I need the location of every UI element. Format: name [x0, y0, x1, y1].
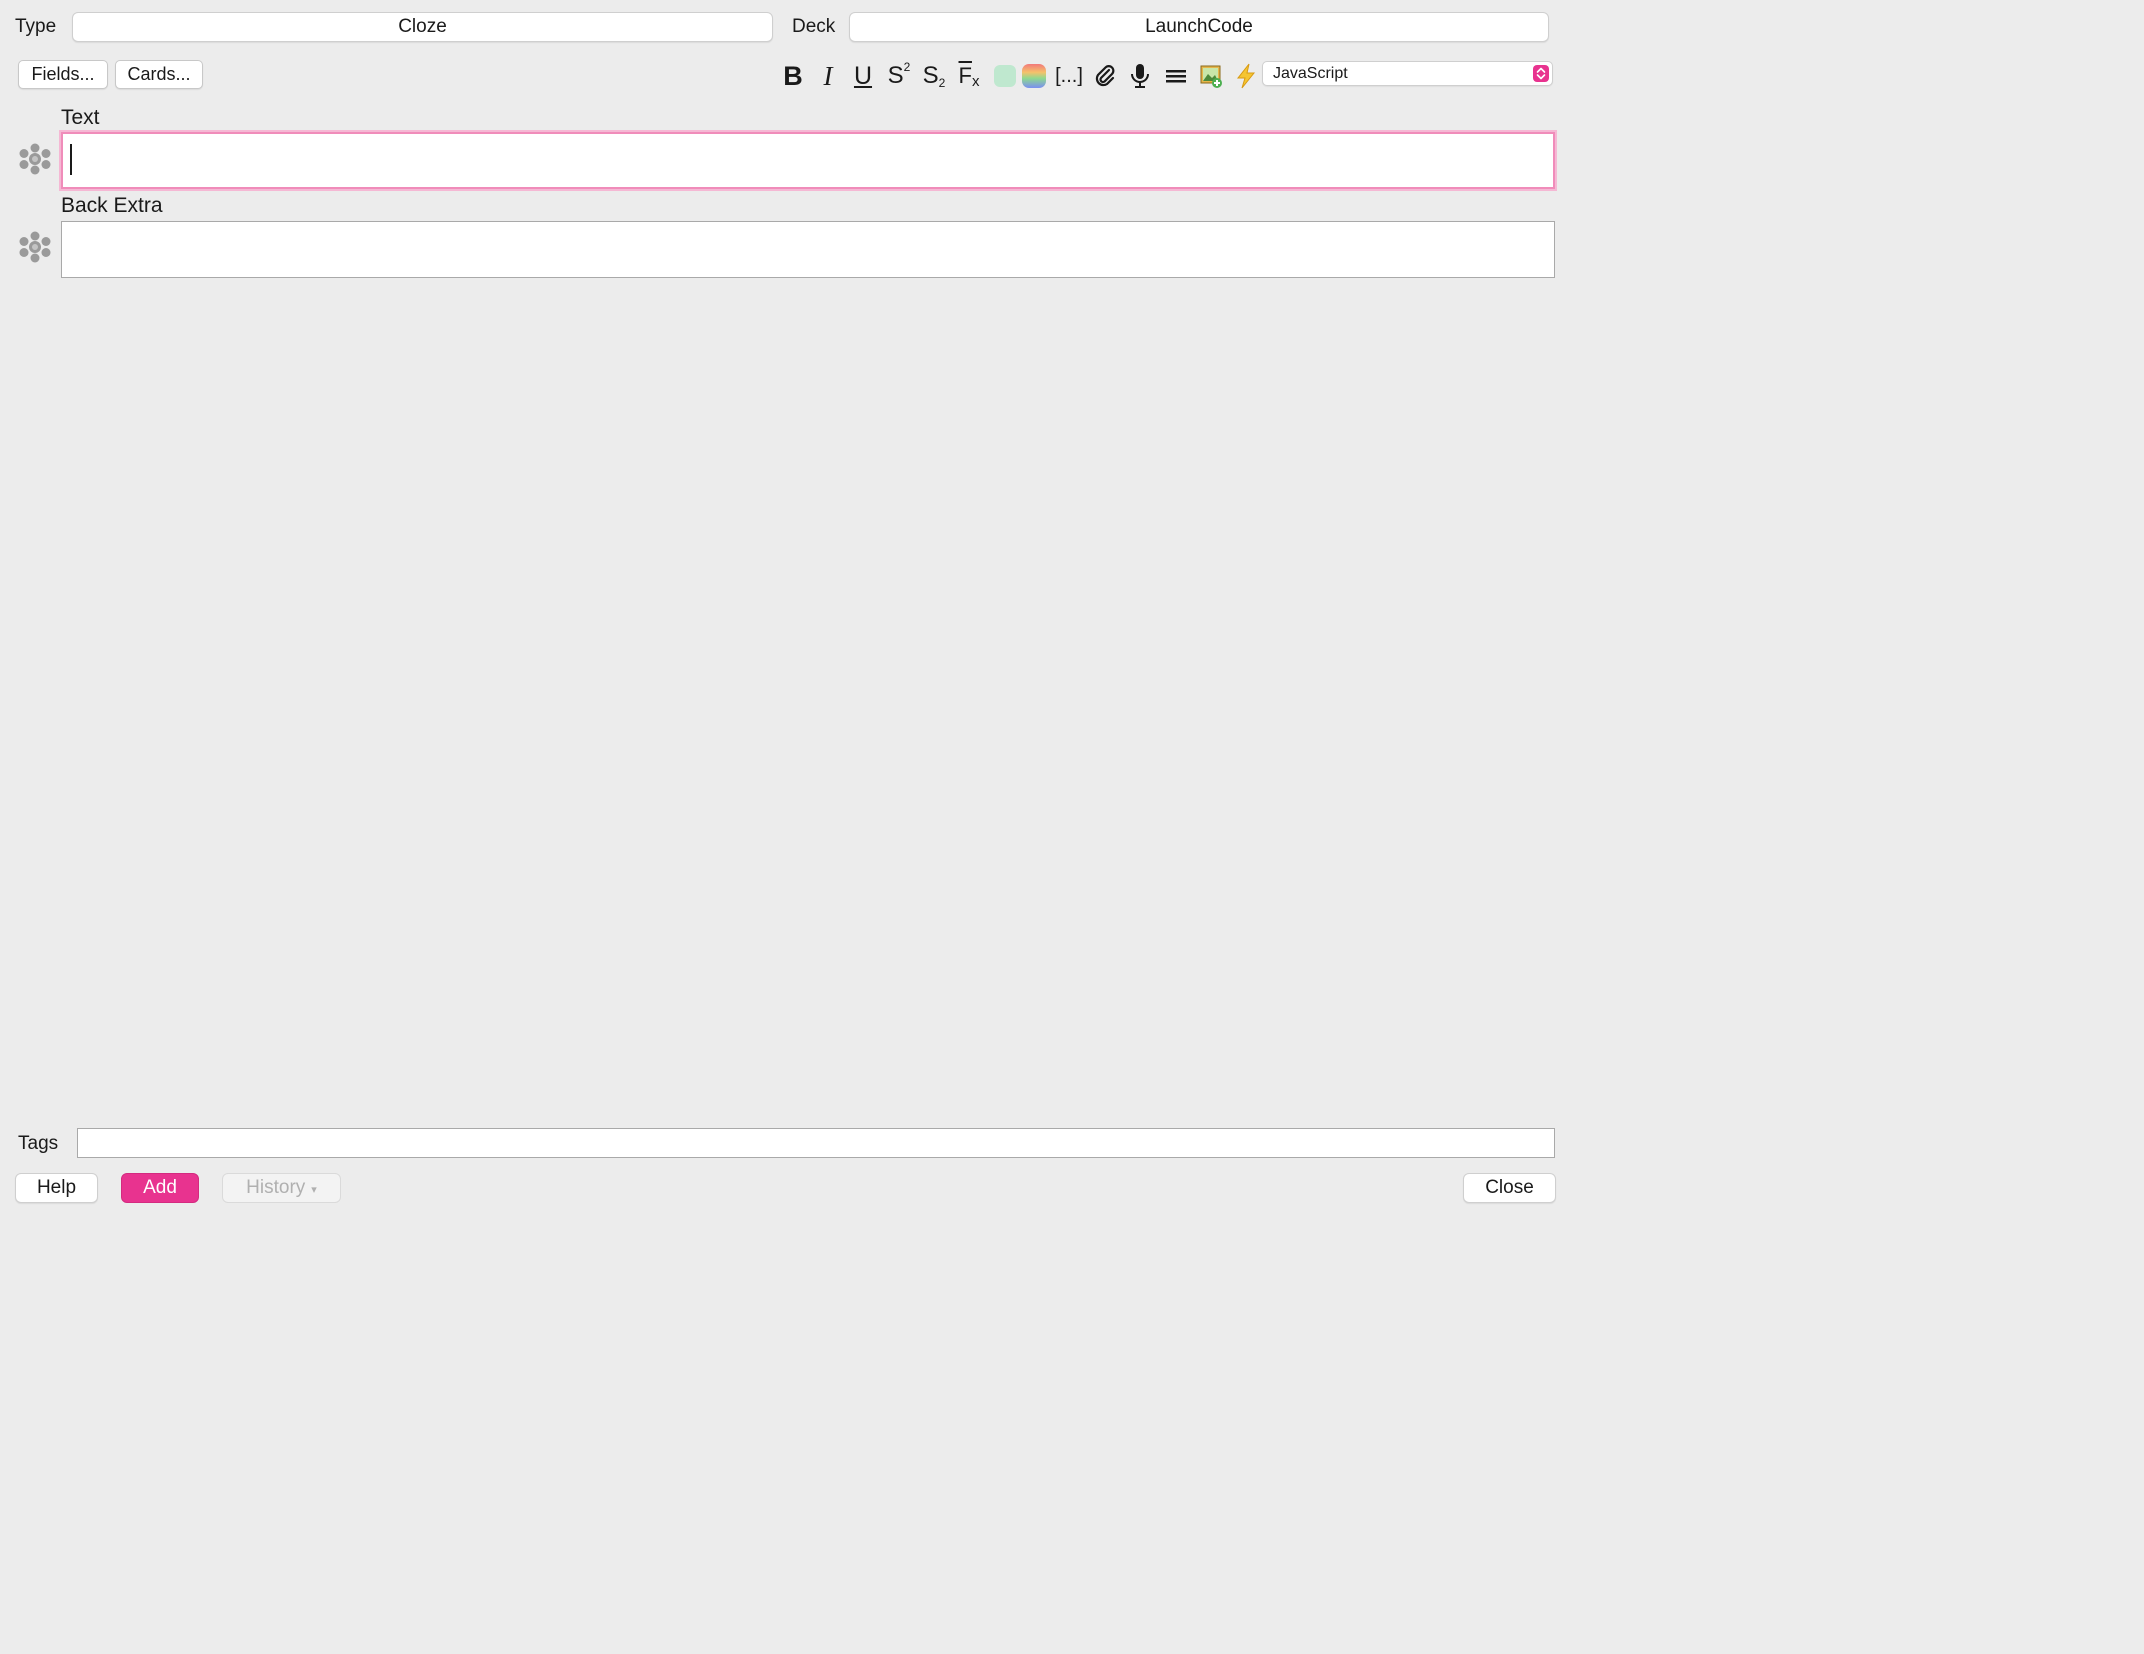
help-button[interactable]: Help — [15, 1173, 98, 1203]
tags-input[interactable] — [77, 1128, 1555, 1158]
paperclip-icon — [1095, 65, 1115, 87]
deck-label: Deck — [792, 16, 836, 37]
more-options-button[interactable] — [1162, 60, 1190, 92]
subscript-base: S — [922, 62, 939, 89]
superscript-button[interactable]: S2 — [885, 60, 913, 92]
bold-button[interactable]: B — [779, 60, 807, 92]
note-type-button[interactable]: Cloze — [72, 12, 773, 42]
field-input-text[interactable] — [61, 132, 1555, 189]
color-picker-button[interactable] — [1021, 60, 1047, 92]
attach-button[interactable] — [1091, 60, 1119, 92]
field-label-text: Text — [61, 106, 100, 129]
type-label: Type — [15, 16, 57, 37]
text-color-icon — [994, 65, 1016, 87]
language-select-value: JavaScript — [1273, 65, 1348, 82]
sticky-pin-icon[interactable] — [19, 231, 51, 263]
language-select[interactable]: JavaScript — [1262, 61, 1553, 86]
field-input-back-extra[interactable] — [61, 221, 1555, 278]
menu-icon — [1166, 70, 1186, 83]
color-picker-icon — [1022, 64, 1046, 88]
cards-button[interactable]: Cards... — [115, 60, 203, 89]
field-label-back-extra: Back Extra — [61, 194, 163, 217]
deck-button[interactable]: LaunchCode — [849, 12, 1549, 42]
clear-formatting-button[interactable]: Fx — [955, 60, 983, 92]
select-arrows-icon — [1533, 65, 1549, 82]
underline-button[interactable]: U — [850, 60, 876, 92]
fields-button[interactable]: Fields... — [18, 60, 108, 89]
sticky-pin-icon[interactable] — [19, 143, 51, 175]
lightning-icon — [1236, 63, 1256, 89]
tags-label: Tags — [18, 1133, 59, 1154]
lightning-button[interactable] — [1232, 60, 1260, 92]
italic-button[interactable]: I — [815, 60, 841, 92]
superscript-mark: 2 — [903, 60, 911, 74]
add-button[interactable]: Add — [121, 1173, 199, 1203]
record-audio-button[interactable] — [1126, 60, 1154, 92]
add-image-button[interactable] — [1197, 60, 1225, 92]
history-button-label: History — [246, 1177, 306, 1198]
text-caret — [70, 144, 72, 175]
superscript-base: S — [887, 62, 904, 89]
cloze-button[interactable]: [...] — [1054, 60, 1084, 92]
text-color-button[interactable] — [992, 60, 1018, 92]
microphone-icon — [1131, 64, 1149, 88]
clear-formatting-mark: x — [971, 72, 980, 90]
subscript-button[interactable]: S2 — [920, 60, 948, 92]
clear-formatting-base: F — [958, 63, 972, 88]
close-button[interactable]: Close — [1463, 1173, 1556, 1203]
image-add-icon — [1200, 65, 1222, 88]
subscript-mark: 2 — [938, 76, 946, 90]
history-button[interactable]: History ▾ — [222, 1173, 341, 1203]
chevron-down-icon: ▾ — [311, 1184, 317, 1196]
